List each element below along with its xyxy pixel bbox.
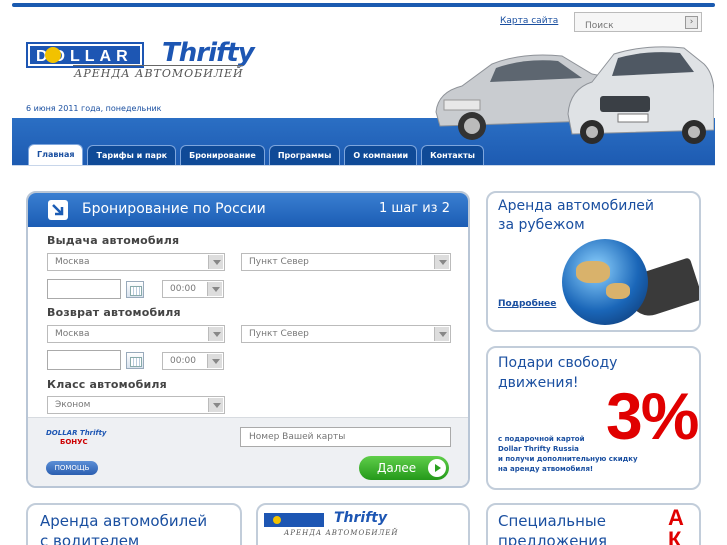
- booking-footer: DOLLAR Thrifty БОНУС ПОМОЩЬ Далее: [28, 417, 468, 486]
- chevron-down-icon: [207, 282, 222, 296]
- tab-contacts[interactable]: Контакты: [421, 145, 484, 165]
- tab-about[interactable]: О компании: [344, 145, 418, 165]
- pickup-city-select[interactable]: Москва: [47, 253, 225, 271]
- logo-subtitle: АРЕНДА АВТОМОБИЛЕЙ: [74, 67, 244, 80]
- calendar-icon[interactable]: [126, 281, 144, 298]
- thrifty-logo-small: Thrifty: [334, 510, 388, 526]
- promo-abroad-title-2: за рубежом: [498, 217, 585, 233]
- booking-title: Бронирование по России: [82, 201, 266, 217]
- help-button[interactable]: ПОМОЩЬ: [46, 461, 98, 475]
- promo-abroad-more-link[interactable]: Подробнее: [498, 299, 556, 309]
- promo-gift-line-2: Dollar Thrifty Russia: [498, 445, 579, 453]
- promo-special-letter-2: К: [668, 527, 682, 545]
- promo-gift-title-1: Подари свободу: [498, 355, 618, 371]
- sitemap-link[interactable]: Карта сайта: [500, 16, 558, 26]
- promo-gift-line-4: на аренду атвомобиля!: [498, 465, 594, 473]
- promo-gift-line-1: с подарочной картой: [498, 435, 585, 443]
- search-submit-icon[interactable]: ›: [685, 16, 698, 29]
- chevron-down-icon: [208, 255, 223, 269]
- return-label: Возврат автомобиля: [47, 306, 181, 319]
- next-button-label: Далее: [377, 461, 417, 475]
- bonus-program-logo: DOLLAR Thrifty БОНУС: [46, 429, 107, 446]
- card-number-input[interactable]: [240, 427, 451, 447]
- current-date: 6 июня 2011 года, понедельник: [26, 104, 162, 113]
- promo-driver-title-1: Аренда автомобилей: [40, 512, 208, 530]
- car-class-value: Эконом: [55, 400, 91, 410]
- return-date-input[interactable]: [47, 350, 121, 370]
- pickup-city-value: Москва: [55, 257, 90, 267]
- bonus-label: БОНУС: [60, 438, 88, 446]
- promo-dollar-thrifty[interactable]: Thrifty АРЕНДА АВТОМОБИЛЕЙ: [256, 503, 470, 545]
- main-nav: Главная Тарифы и парк Бронирование Прогр…: [28, 144, 484, 166]
- logo-divider: [73, 65, 243, 66]
- tab-tariffs[interactable]: Тарифы и парк: [87, 145, 177, 165]
- promo-gift-line-3: и получи дополнительную скидку: [498, 455, 638, 463]
- pickup-point-select[interactable]: Пункт Север: [241, 253, 451, 271]
- promo-gift-text: с подарочной картой Dollar Thrifty Russi…: [498, 434, 638, 474]
- bonus-brand: DOLLAR Thrifty: [46, 429, 107, 437]
- next-button[interactable]: Далее: [359, 456, 449, 480]
- tab-home[interactable]: Главная: [28, 144, 84, 166]
- return-city-value: Москва: [55, 329, 90, 339]
- car-class-select[interactable]: Эконом: [47, 396, 225, 414]
- pickup-time-value: 00:00: [170, 284, 196, 294]
- arrow-down-right-icon: [48, 200, 68, 220]
- car-class-label: Класс автомобиля: [47, 378, 167, 391]
- chevron-down-icon: [207, 354, 222, 368]
- promo-special-title-2: предложения: [498, 532, 608, 545]
- promo-with-driver[interactable]: Аренда автомобилей с водителем: [26, 503, 242, 545]
- tab-booking[interactable]: Бронирование: [180, 145, 265, 165]
- search-box: ›: [574, 12, 702, 35]
- play-arrow-icon: [428, 459, 446, 477]
- thrifty-logo[interactable]: Thrifty: [162, 38, 255, 68]
- promo-gift-title-2: движения!: [498, 375, 579, 391]
- promo-abroad[interactable]: Аренда автомобилей за рубежом Подробнее: [486, 191, 701, 332]
- card-swoosh-image: [368, 527, 470, 545]
- booking-widget: Бронирование по России 1 шаг из 2 Выдача…: [26, 191, 470, 488]
- return-point-select[interactable]: Пункт Север: [241, 325, 451, 343]
- return-time-select[interactable]: 00:00: [162, 352, 224, 370]
- search-input[interactable]: [575, 17, 681, 35]
- return-point-value: Пункт Север: [249, 329, 309, 339]
- promo-driver-title-2: с водителем: [40, 532, 140, 545]
- booking-step: 1 шаг из 2: [379, 201, 450, 216]
- promo-gift-card[interactable]: Подари свободу движения! 3% с подарочной…: [486, 346, 701, 490]
- return-city-select[interactable]: Москва: [47, 325, 225, 343]
- chevron-down-icon: [434, 327, 449, 341]
- pickup-label: Выдача автомобиля: [47, 234, 180, 247]
- pickup-date-input[interactable]: [47, 279, 121, 299]
- globe-icon: [562, 239, 648, 325]
- chevron-down-icon: [208, 327, 223, 341]
- chevron-down-icon: [434, 255, 449, 269]
- promo-special-title-1: Специальные: [498, 512, 606, 530]
- cars-illustration: [435, 46, 714, 144]
- pickup-time-select[interactable]: 00:00: [162, 280, 224, 298]
- promo-abroad-title-1: Аренда автомобилей: [498, 198, 655, 214]
- chevron-down-icon: [208, 398, 223, 412]
- promo-special-offers[interactable]: Специальные предложения А К: [486, 503, 701, 545]
- promo-special-letter-1: А: [668, 505, 684, 530]
- tab-programs[interactable]: Программы: [268, 145, 341, 165]
- dollar-logo-small: [264, 513, 324, 527]
- pickup-point-value: Пункт Север: [249, 257, 309, 267]
- calendar-icon[interactable]: [126, 352, 144, 369]
- booking-header: Бронирование по России 1 шаг из 2: [28, 193, 468, 227]
- return-time-value: 00:00: [170, 356, 196, 366]
